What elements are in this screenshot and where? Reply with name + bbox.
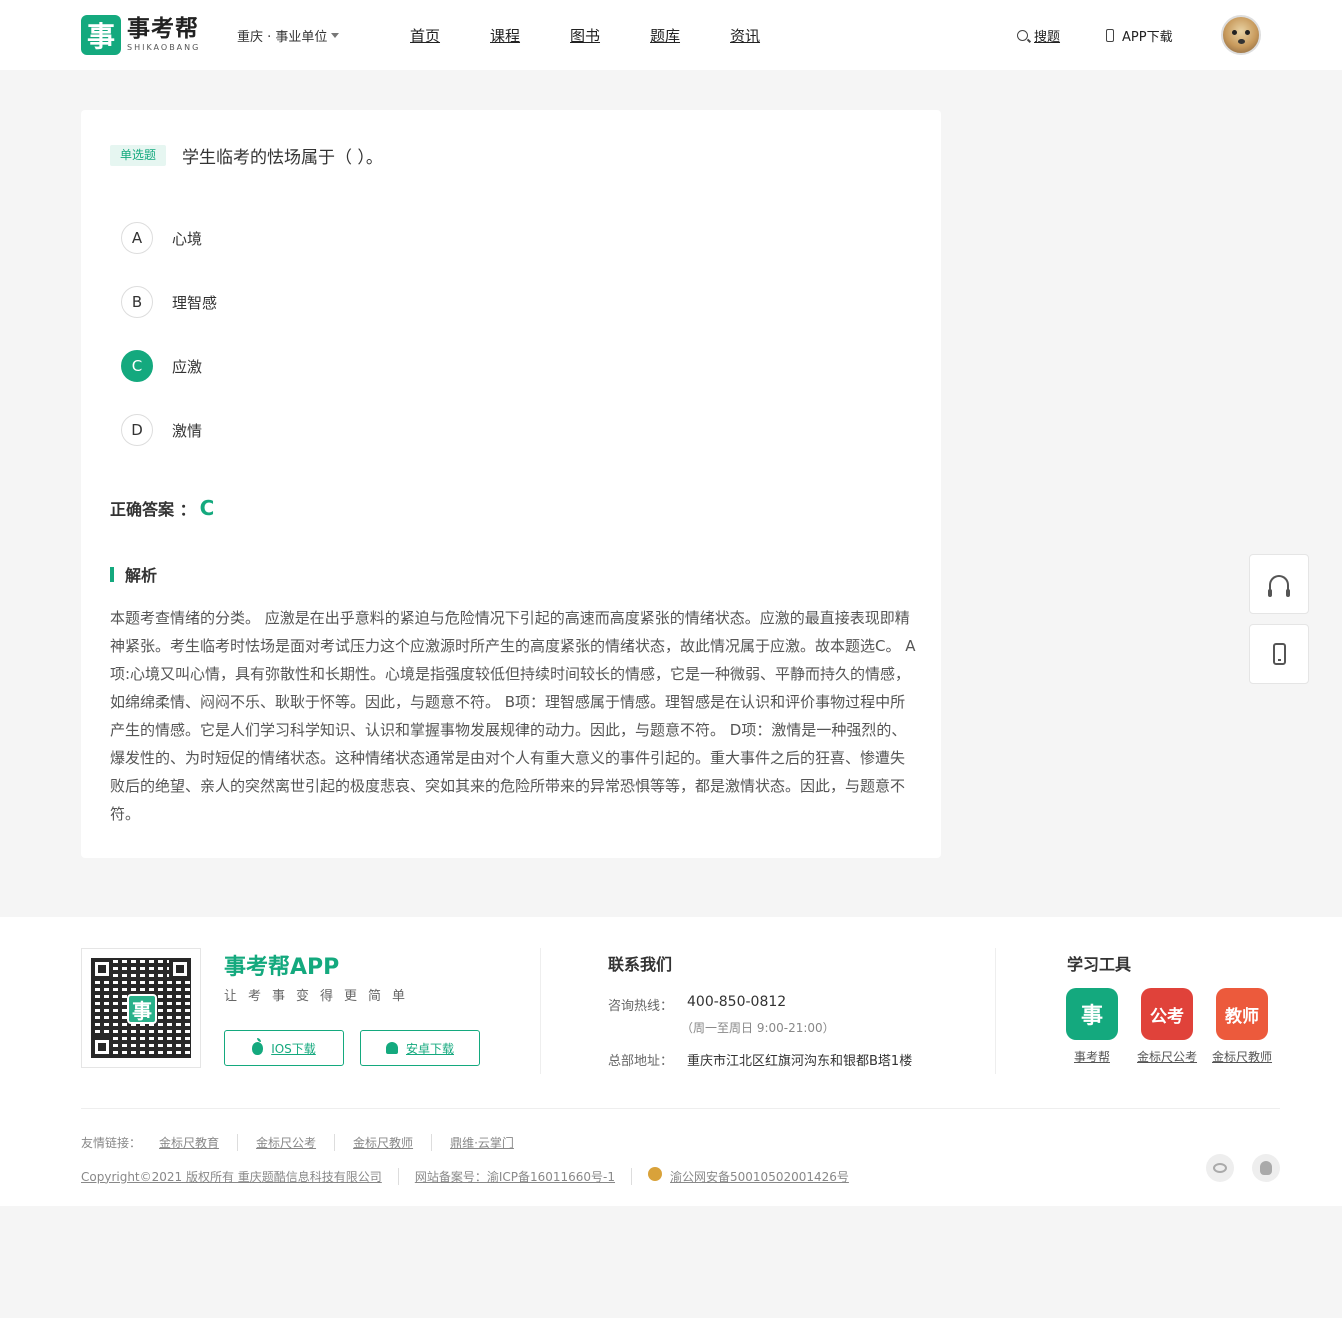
qr-finder: [91, 958, 113, 980]
answer-label: 正确答案 ：: [110, 500, 196, 519]
divider: [995, 948, 996, 1074]
qr-finder: [169, 958, 191, 980]
qq-icon: [1260, 1161, 1272, 1175]
region-label: 重庆 · 事业单位: [237, 30, 328, 45]
nav-books[interactable]: 图书: [570, 25, 600, 46]
qr-pattern: 事: [91, 958, 191, 1058]
search-icon: [1017, 30, 1028, 41]
address-value: 重庆市江北区红旗河沟东和银都B塔1楼: [687, 1054, 913, 1069]
app-download-link[interactable]: APP下载: [1106, 26, 1173, 45]
friend-link[interactable]: 金标尺公考: [256, 1134, 336, 1151]
friend-link[interactable]: 金标尺教师: [353, 1134, 433, 1151]
avatar[interactable]: [1221, 15, 1261, 55]
phone-icon: [1106, 29, 1114, 42]
option-a[interactable]: A 心境: [121, 222, 202, 254]
option-text: 理智感: [172, 293, 218, 312]
divider: [540, 948, 541, 1074]
qr-logo: 事: [127, 994, 157, 1024]
friend-links: 友情链接： 金标尺教育 金标尺公考 金标尺教师 鼎维·云掌门: [81, 1134, 532, 1151]
option-text: 激情: [172, 421, 203, 440]
correct-answer: 正确答案 ： C: [110, 496, 214, 520]
option-letter-selected: C: [121, 350, 153, 382]
logo-en: SHIKAOBANG: [127, 43, 201, 52]
police-link[interactable]: 渝公网安备50010502001426号: [648, 1167, 865, 1185]
option-d[interactable]: D 激情: [121, 414, 202, 446]
nav-courses[interactable]: 课程: [490, 25, 520, 46]
tools-title: 学习工具: [1067, 955, 1132, 974]
answer-value: C: [199, 496, 215, 520]
nav-question-bank[interactable]: 题库: [650, 25, 680, 46]
top-header: 事 事考帮 SHIKAOBANG 重庆 · 事业单位 首页 课程 图书 题库 资…: [0, 0, 1342, 70]
copyright-text[interactable]: Copyright©2021 版权所有 重庆题酷信息科技有限公司: [81, 1167, 399, 1185]
option-text: 心境: [172, 229, 203, 248]
chevron-down-icon: [331, 33, 340, 38]
option-letter: D: [121, 414, 153, 446]
analysis-heading: 解析: [110, 562, 157, 586]
analysis-text: 本题考查情绪的分类。 应激是在出乎意料的紧迫与危险情况下引起的高速而高度紧张的情…: [110, 609, 916, 823]
question-type-tag: 单选题: [110, 145, 167, 166]
region-selector[interactable]: 重庆 · 事业单位: [237, 26, 340, 45]
copyright-row: Copyright©2021 版权所有 重庆题酷信息科技有限公司 网站备案号：渝…: [81, 1167, 881, 1185]
customer-service-button[interactable]: [1249, 554, 1309, 614]
android-download-button[interactable]: 安卓下载: [360, 1030, 480, 1066]
question-card: 单选题 学生临考的怯场属于（ ）。 A 心境 B 理智感 C 应激 D 激情 正…: [81, 110, 941, 858]
nav-news[interactable]: 资讯: [730, 25, 760, 46]
search-label: 搜题: [1034, 30, 1061, 45]
option-c[interactable]: C 应激: [121, 350, 202, 382]
weibo-button[interactable]: [1206, 1154, 1234, 1182]
friend-link[interactable]: 鼎维·云掌门: [450, 1134, 532, 1151]
tool-shikaobang[interactable]: 事 事考帮: [1062, 988, 1122, 1065]
logo-text: 事考帮 SHIKAOBANG: [127, 18, 200, 52]
icp-link[interactable]: 网站备案号：渝ICP备16011660号-1: [415, 1167, 633, 1185]
analysis-title: 解析: [125, 566, 158, 585]
friend-links-label: 友情链接：: [81, 1136, 142, 1150]
tool-jinbiaochi-jiaoshi[interactable]: 教师 金标尺教师: [1212, 988, 1272, 1065]
service-hours: （周一至周日 9:00-21:00）: [681, 1021, 835, 1035]
option-text: 应激: [172, 357, 203, 376]
contact-title: 联系我们: [608, 955, 673, 974]
police-text: 渝公网安备50010502001426号: [670, 1170, 849, 1184]
police-badge-icon: [648, 1167, 663, 1181]
mobile-icon: [1272, 643, 1286, 665]
app-name: 事考帮APP: [224, 955, 340, 980]
qq-button[interactable]: [1252, 1154, 1280, 1182]
question-title: 学生临考的怯场属于（ ）。: [182, 148, 383, 168]
footer-divider: [81, 1108, 1280, 1109]
app-download-label: APP下载: [1122, 30, 1173, 45]
ios-download-button[interactable]: IOS下载: [224, 1030, 344, 1066]
option-letter: A: [121, 222, 153, 254]
logo-mark: 事: [81, 15, 121, 55]
hotline-label: 咨询热线：: [608, 999, 674, 1014]
app-slogan: 让考事变得更简单: [224, 989, 417, 1004]
nav-home[interactable]: 首页: [410, 25, 440, 46]
mobile-app-button[interactable]: [1249, 624, 1309, 684]
headset-icon: [1268, 575, 1290, 597]
search-question-link[interactable]: 搜题: [1017, 26, 1060, 45]
tool-jinbiaochi-gongkao[interactable]: 公考 金标尺公考: [1137, 988, 1197, 1065]
site-logo[interactable]: 事 事考帮 SHIKAOBANG: [81, 14, 211, 56]
android-download-label: 安卓下载: [405, 1041, 454, 1056]
logo-cn: 事考帮: [127, 16, 199, 42]
hotline-value: 400-850-0812: [687, 994, 787, 1010]
gongkao-app-icon: 公考: [1141, 988, 1193, 1040]
address-label: 总部地址：: [608, 1054, 674, 1069]
tool-label: 事考帮: [1073, 1050, 1110, 1064]
option-letter: B: [121, 286, 153, 318]
friend-link[interactable]: 金标尺教育: [159, 1134, 239, 1151]
android-icon: [385, 1042, 398, 1054]
accent-bar: [110, 566, 114, 582]
shikaobang-app-icon: 事: [1066, 988, 1118, 1040]
tool-label: 金标尺教师: [1212, 1050, 1273, 1064]
ios-download-label: IOS下载: [271, 1041, 316, 1056]
site-footer: 事 事考帮APP 让考事变得更简单 IOS下载 安卓下载 联系我们 咨询热线： …: [0, 917, 1342, 1206]
weibo-icon: [1213, 1163, 1227, 1173]
option-b[interactable]: B 理智感: [121, 286, 217, 318]
qr-finder: [91, 1036, 113, 1058]
apple-icon: [252, 1037, 264, 1055]
tool-label: 金标尺公考: [1137, 1050, 1198, 1064]
jiaoshi-app-icon: 教师: [1216, 988, 1268, 1040]
app-qr-code: 事: [81, 948, 201, 1068]
